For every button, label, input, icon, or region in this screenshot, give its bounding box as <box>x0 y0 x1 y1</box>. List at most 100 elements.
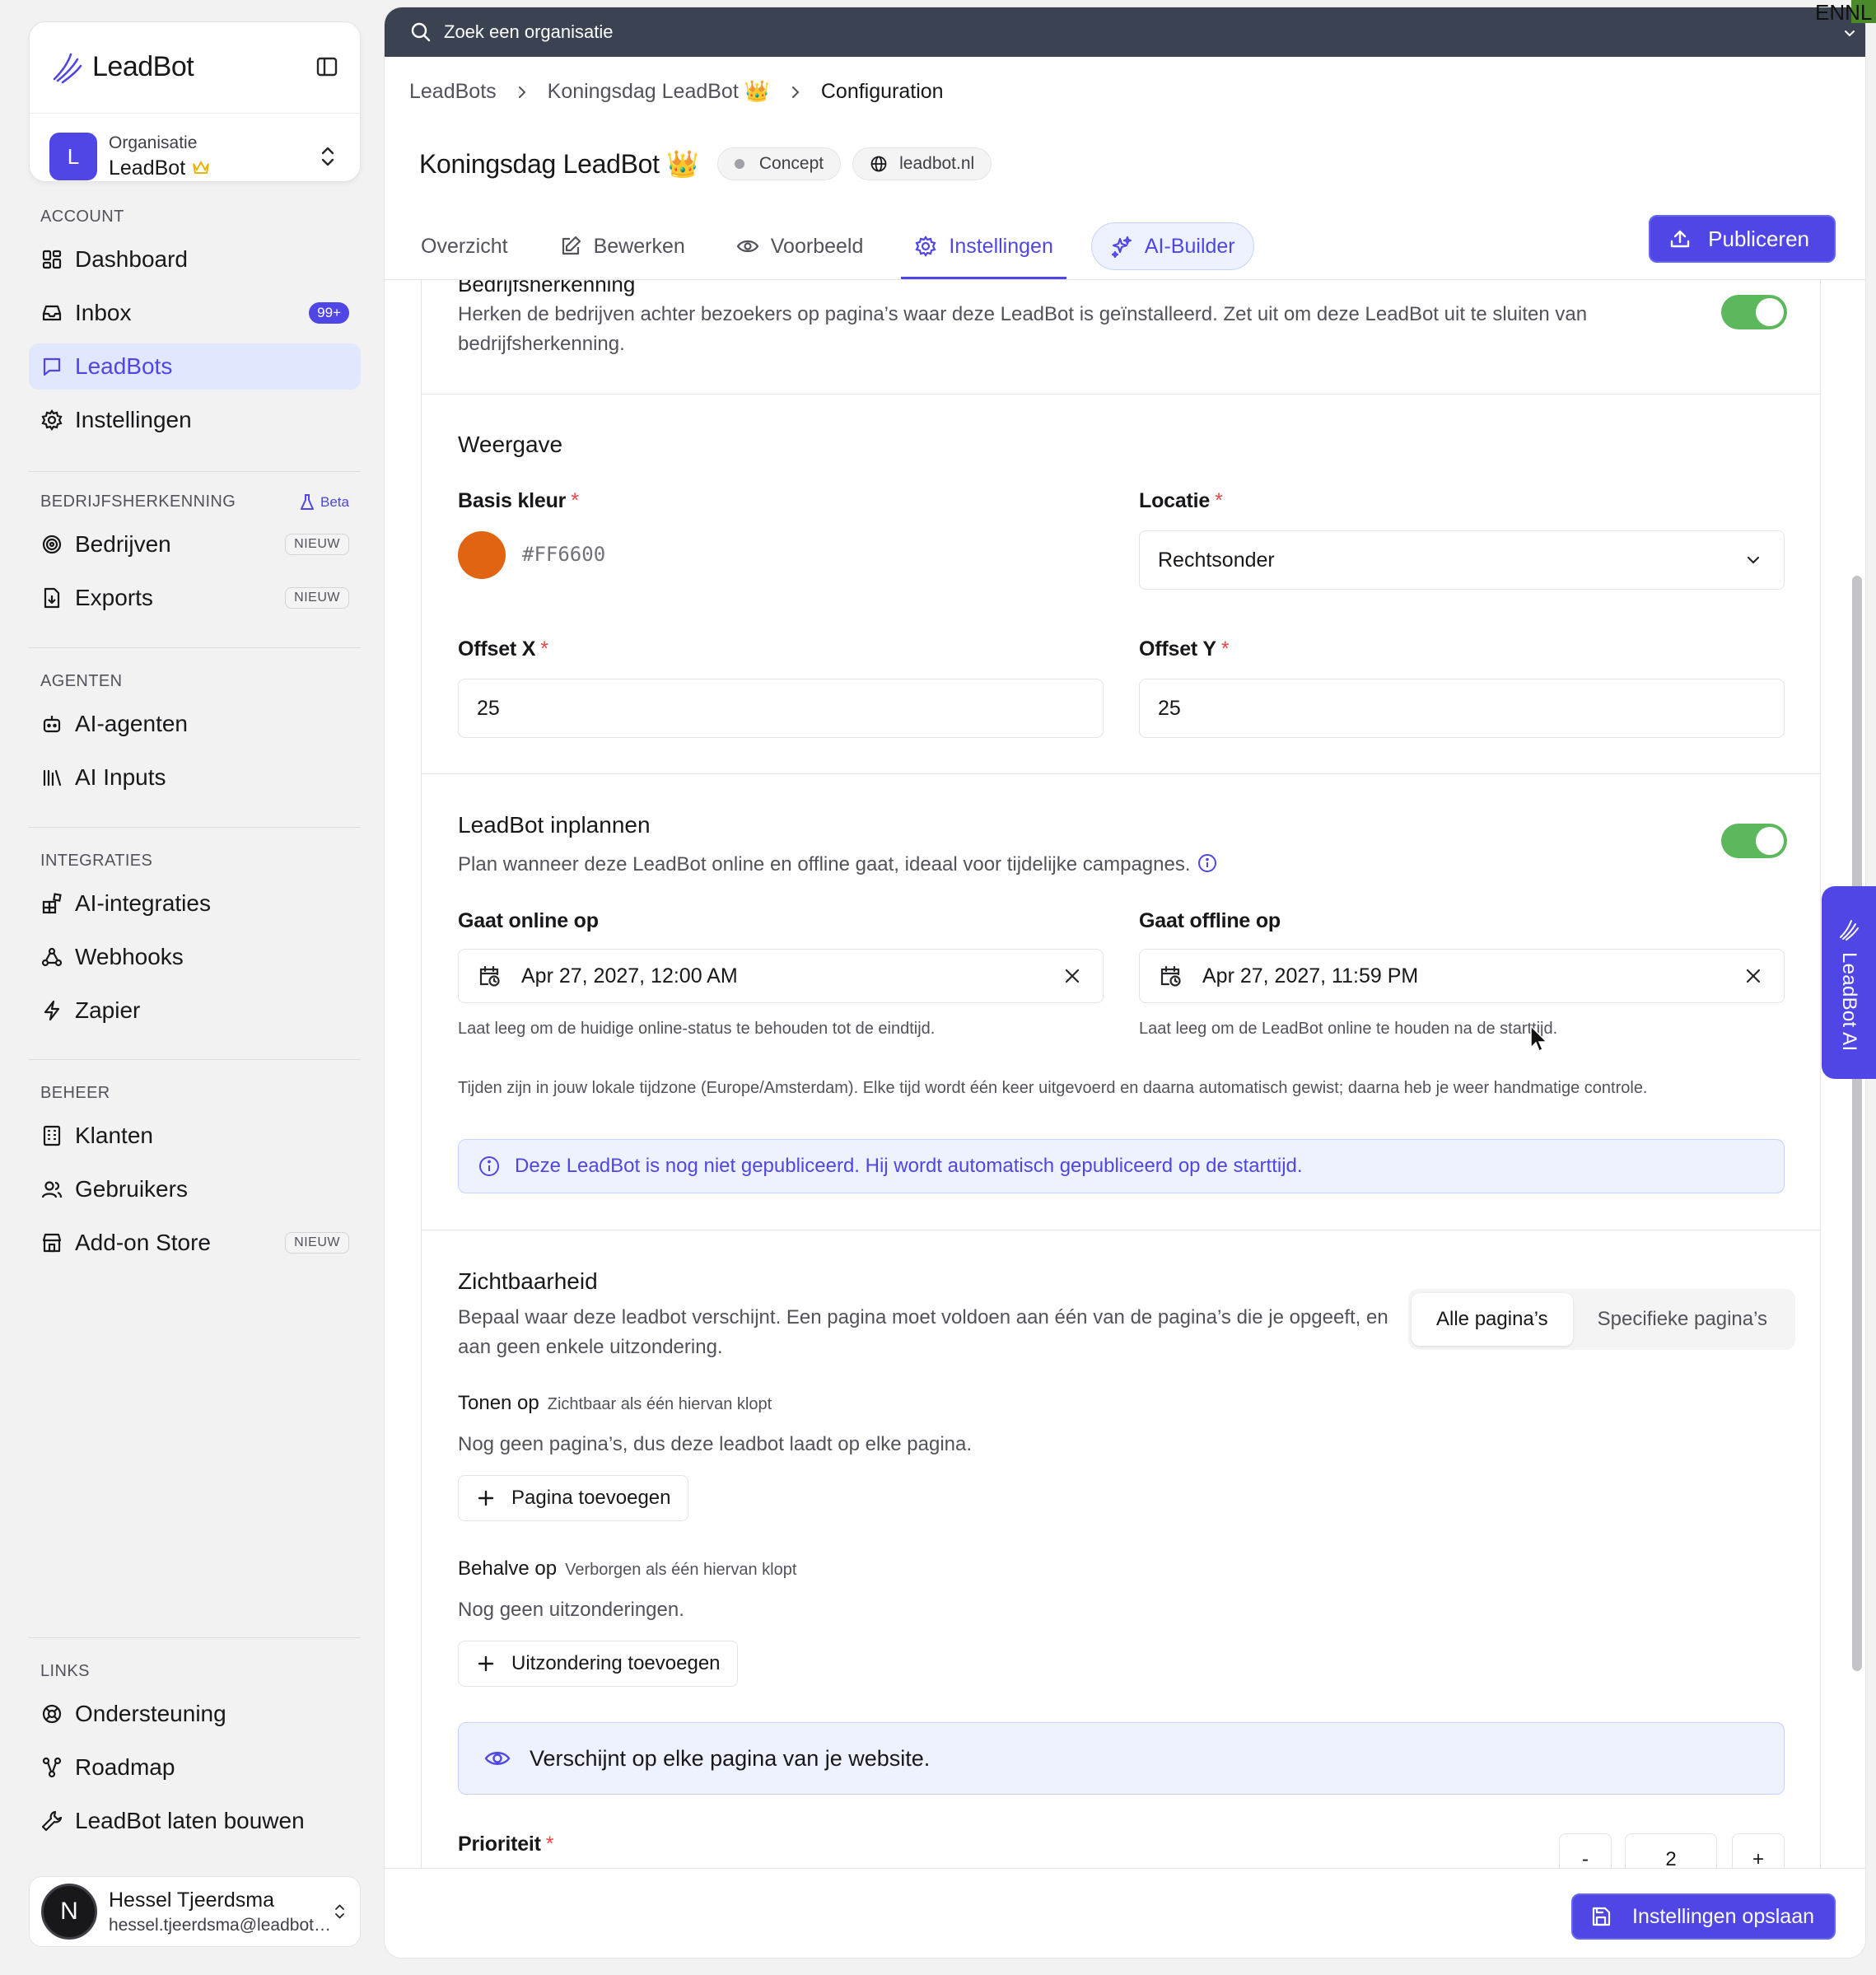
sidebar-item-dashboard[interactable]: Dashboard <box>29 236 361 282</box>
tab-bar: Overzicht Bewerken Voorbeeld Instellinge… <box>408 213 1865 279</box>
offset-y-input[interactable]: 25 <box>1139 679 1785 738</box>
org-name: LeadBot <box>109 156 210 180</box>
priority-input[interactable]: 2 <box>1625 1833 1717 1868</box>
sidebar-item-label: Ondersteuning <box>75 1701 226 1726</box>
org-search-bar[interactable]: Zoek een organisatie <box>385 7 1865 57</box>
edit-icon <box>562 236 581 255</box>
sidebar-item-klanten[interactable]: Klanten <box>29 1113 361 1159</box>
search-input[interactable]: Zoek een organisatie <box>444 21 613 43</box>
chevron-right-icon <box>518 86 526 98</box>
sidebar-item-exports[interactable]: Exports NIEUW <box>29 575 361 621</box>
sidebar-item-gebruikers[interactable]: Gebruikers <box>29 1166 361 1212</box>
chevron-down-icon <box>1845 30 1855 37</box>
eye-icon <box>484 1752 511 1765</box>
visibility-option-specific[interactable]: Specifieke pagina’s <box>1573 1293 1792 1346</box>
sidebar-item-label: Zapier <box>75 997 141 1023</box>
visibility-option-all[interactable]: Alle pagina’s <box>1412 1293 1573 1346</box>
divider <box>29 647 361 648</box>
location-select[interactable]: Rechtsonder <box>1139 530 1785 590</box>
domain-text: leadbot.nl <box>899 154 975 173</box>
priority-decrement-button[interactable]: - <box>1559 1833 1612 1868</box>
wrench-icon <box>41 1810 63 1832</box>
tab-overzicht[interactable]: Overzicht <box>408 213 521 279</box>
tab-label: Bewerken <box>593 234 685 258</box>
info-icon[interactable] <box>1196 853 1219 876</box>
publish-label: Publiceren <box>1708 226 1809 251</box>
close-icon[interactable] <box>1743 965 1764 987</box>
sidebar-item-addon-store[interactable]: Add-on Store NIEUW <box>29 1220 361 1266</box>
sidebar-item-zapier[interactable]: Zapier <box>29 988 361 1034</box>
main-panel: Zoek een organisatie LeadBots Koningsdag… <box>384 7 1866 1959</box>
sidebar-item-label: LeadBots <box>75 353 173 379</box>
sidebar-item-ai-inputs[interactable]: AI Inputs <box>29 754 361 801</box>
location-label: Locatie * <box>1139 489 1223 513</box>
leadbot-ai-side-tab[interactable]: LeadBot AI <box>1822 886 1876 1079</box>
display-section-title: Weergave <box>458 432 563 457</box>
plus-icon <box>478 1490 494 1506</box>
close-icon[interactable] <box>1062 965 1083 987</box>
sidebar-item-webhooks[interactable]: Webhooks <box>29 934 361 980</box>
company-recognition-toggle[interactable] <box>1721 295 1787 329</box>
breadcrumb-leadbots[interactable]: LeadBots <box>409 80 497 104</box>
gear-icon <box>41 409 63 431</box>
sidebar-item-bedrijven[interactable]: Bedrijven NIEUW <box>29 521 361 567</box>
priority-increment-button[interactable]: + <box>1732 1833 1785 1868</box>
sidebar-item-label: LeadBot laten bouwen <box>75 1808 305 1833</box>
company-desc-line1: Herken de bedrijven achter bezoekers op … <box>458 303 1588 325</box>
scrollbar[interactable] <box>1852 576 1862 1671</box>
label-text: Offset Y <box>1139 637 1216 661</box>
divider <box>422 394 1820 395</box>
user-menu[interactable]: N Hessel Tjeerdsma hessel.tjeerdsma@lead… <box>29 1876 361 1947</box>
priority-label: Prioriteit * <box>458 1833 554 1856</box>
offset-x-input[interactable]: 25 <box>458 679 1104 738</box>
sidebar-item-instellingen[interactable]: Instellingen <box>29 397 361 443</box>
online-date-input[interactable]: Apr 27, 2027, 12:00 AM <box>458 949 1104 1003</box>
user-name: Hessel Tjeerdsma <box>109 1888 275 1912</box>
beta-label: Beta <box>320 493 349 510</box>
language-switcher[interactable]: ENNL <box>1815 0 1876 44</box>
sidebar-item-ondersteuning[interactable]: Ondersteuning <box>29 1691 361 1737</box>
tab-bewerken[interactable]: Bewerken <box>546 213 698 279</box>
save-settings-button[interactable]: Instellingen opslaan <box>1571 1893 1836 1940</box>
nav-section-links: LINKS Ondersteuning Roadmap LeadBot late… <box>29 1662 361 1844</box>
tab-label: Voorbeeld <box>770 234 864 258</box>
offline-date-input[interactable]: Apr 27, 2027, 11:59 PM <box>1139 949 1785 1003</box>
org-switcher[interactable]: L Organisatie LeadBot <box>49 128 340 185</box>
user-text: Hessel Tjeerdsma hessel.tjeerdsma@leadbo… <box>109 1889 331 1935</box>
leadbot-logo-icon <box>53 53 82 84</box>
lightning-icon <box>44 1000 60 1021</box>
sidebar-item-ai-agenten[interactable]: AI-agenten <box>29 701 361 747</box>
dashboard-icon <box>42 250 62 269</box>
schedule-toggle[interactable] <box>1721 824 1787 858</box>
sidebar-item-ai-integraties[interactable]: AI-integraties <box>29 880 361 927</box>
base-color-swatch[interactable] <box>458 531 506 579</box>
label-text: Prioriteit <box>458 1833 541 1856</box>
breadcrumb-bot[interactable]: Koningsdag LeadBot 👑 <box>548 80 770 104</box>
required-marker: * <box>571 489 579 512</box>
tab-voorbeeld[interactable]: Voorbeeld <box>723 213 877 279</box>
offset-x-value: 25 <box>477 696 500 720</box>
sidebar-item-laten-bouwen[interactable]: LeadBot laten bouwen <box>29 1798 361 1844</box>
sidebar-item-inbox[interactable]: Inbox 99+ <box>29 290 361 336</box>
add-exception-label: Uitzondering toevoegen <box>511 1652 721 1674</box>
base-color-value[interactable]: #FF6600 <box>522 543 605 566</box>
tab-label: AI-Builder <box>1144 234 1235 258</box>
calendar-clock-icon <box>1160 965 1181 987</box>
sidebar-item-label: Klanten <box>75 1123 153 1148</box>
domain-badge[interactable]: leadbot.nl <box>852 147 992 180</box>
sidebar-item-leadbots[interactable]: LeadBots <box>29 343 361 390</box>
company-recognition-title: Bedrijfsherkenning <box>458 280 636 296</box>
add-page-button[interactable]: Pagina toevoegen <box>458 1475 688 1521</box>
tab-ai-builder[interactable]: AI-Builder <box>1090 222 1254 270</box>
tab-instellingen[interactable]: Instellingen <box>901 213 1067 279</box>
sidebar-toggle-icon[interactable] <box>314 54 340 80</box>
label-text: Basis kleur <box>458 489 567 512</box>
except-on-label-text: Behalve op <box>458 1557 558 1580</box>
plus-icon <box>478 1655 494 1672</box>
breadcrumb-current: Configuration <box>820 80 944 103</box>
sidebar-item-roadmap[interactable]: Roadmap <box>29 1744 361 1791</box>
publish-button[interactable]: Publiceren <box>1649 215 1836 263</box>
add-exception-button[interactable]: Uitzondering toevoegen <box>458 1641 738 1687</box>
unpublished-info-text: Deze LeadBot is nog niet gepubliceerd. H… <box>515 1155 1303 1177</box>
page-title: Koningsdag LeadBot 👑 <box>419 149 699 179</box>
